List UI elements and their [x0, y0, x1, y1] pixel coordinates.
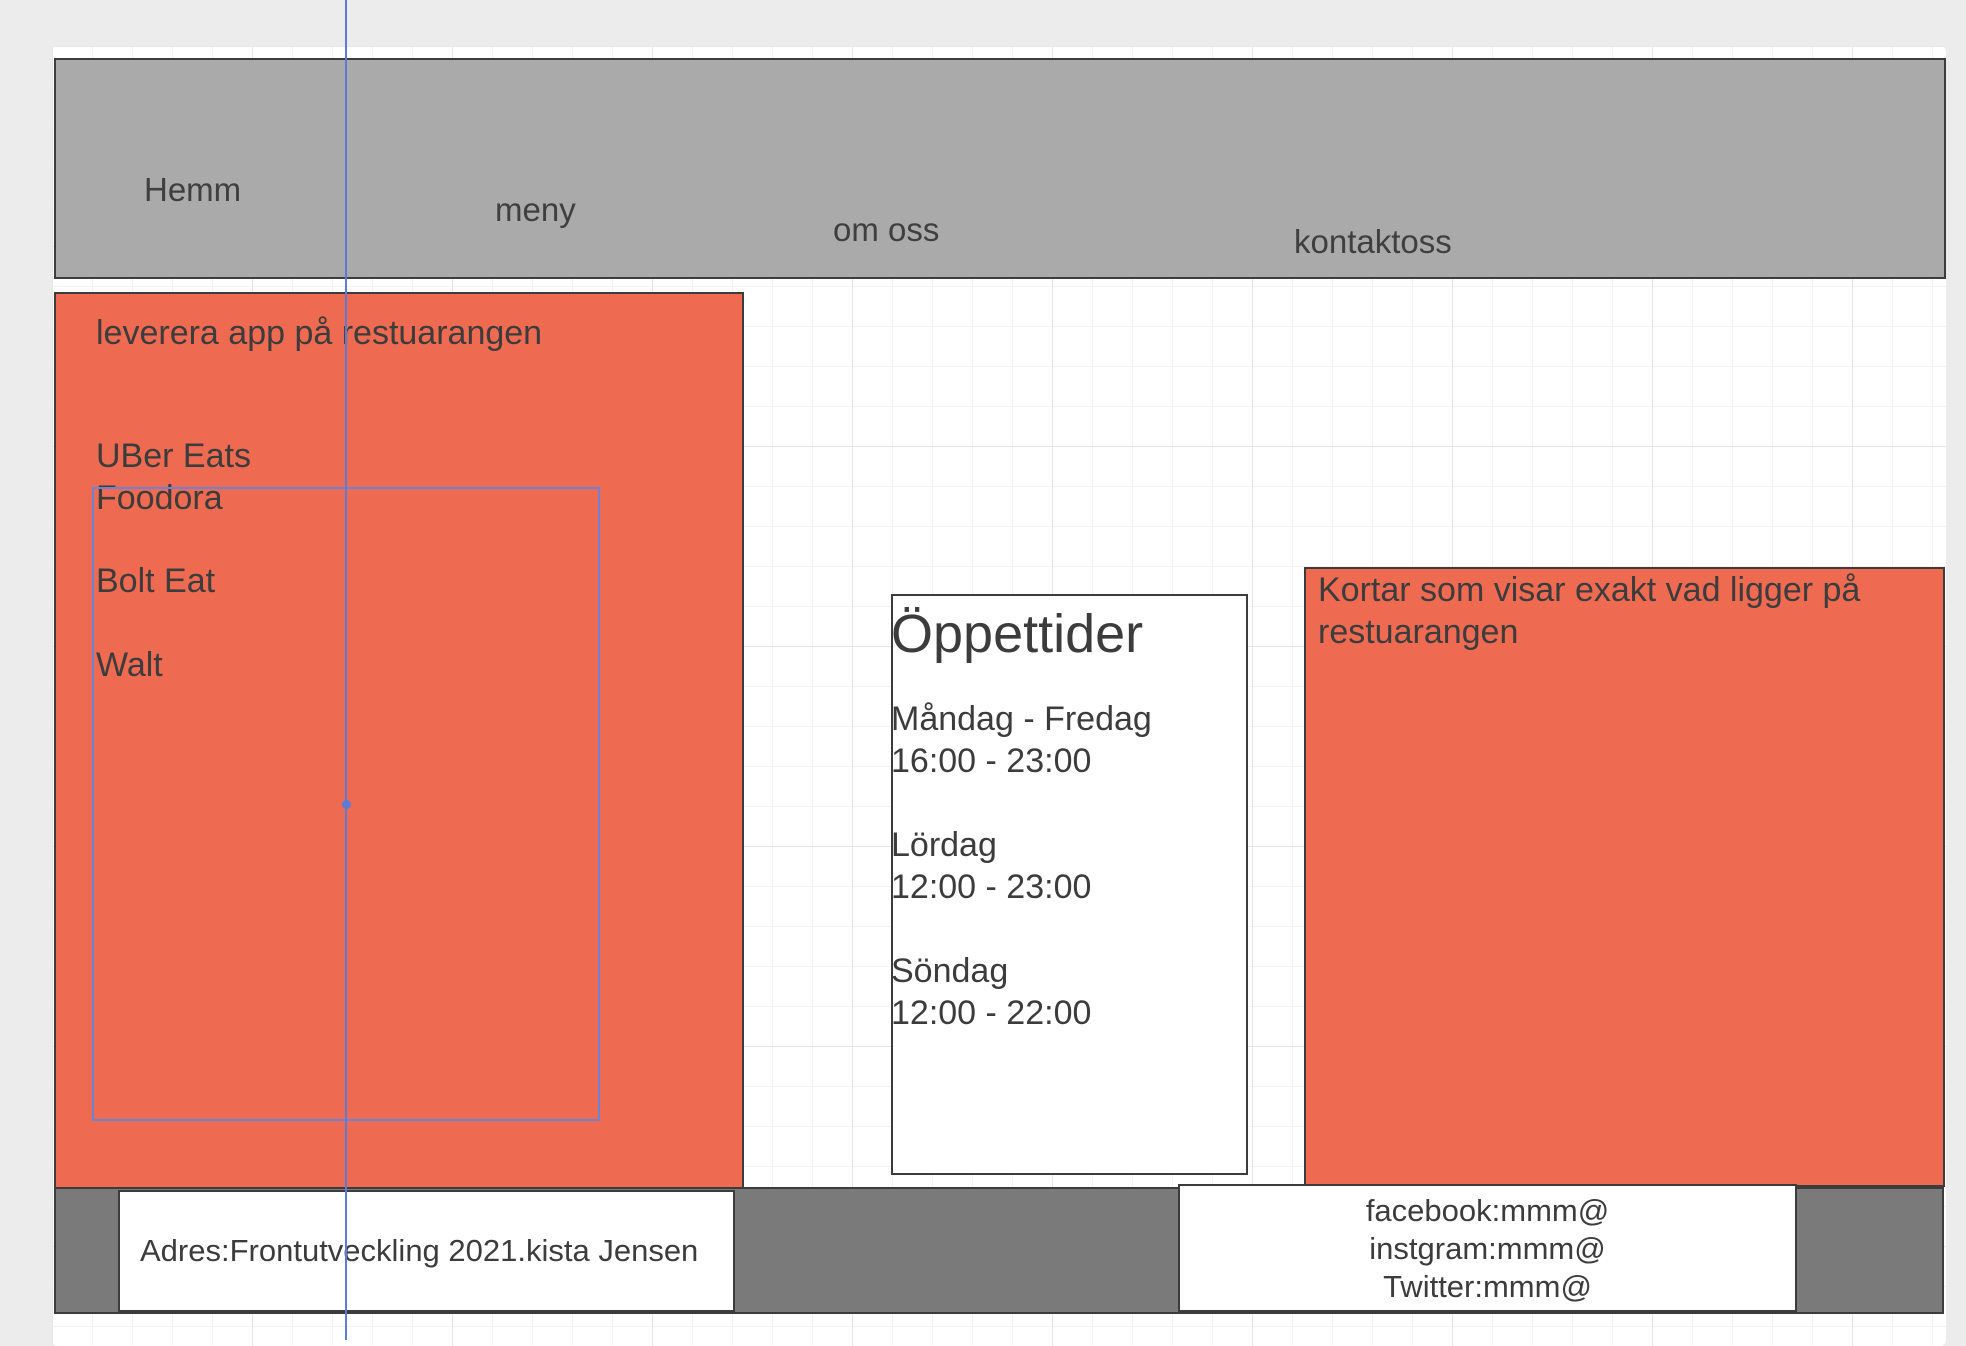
selection-center-handle[interactable]: [342, 800, 351, 809]
hours-day: Måndag - Fredag: [891, 700, 1152, 738]
social-instagram[interactable]: instgram:mmm@: [1180, 1230, 1795, 1268]
menu-cards-panel[interactable]: Kortar som visar exakt vad ligger på res…: [1304, 567, 1945, 1187]
menu-cards-text-line-1: Kortar som visar exakt vad ligger på: [1318, 571, 1861, 609]
hours-day: Lördag: [891, 826, 997, 864]
footer-address-box: Adres:Frontutveckling 2021.kista Jensen: [118, 1190, 735, 1312]
header-bar: Hemm meny om oss kontaktoss: [54, 58, 1946, 279]
footer-social-box: facebook:mmm@ instgram:mmm@ Twitter:mmm@: [1178, 1184, 1797, 1312]
footer-address: Adres:Frontutveckling 2021.kista Jensen: [140, 1233, 699, 1268]
alignment-guide-line: [345, 0, 347, 1340]
social-facebook[interactable]: facebook:mmm@: [1180, 1192, 1795, 1230]
opening-hours-card[interactable]: Öppettider Måndag - Fredag 16:00 - 23:00…: [891, 594, 1248, 1175]
nav-item-kontaktoss[interactable]: kontaktoss: [1294, 223, 1452, 261]
opening-hours-title: Öppettider: [891, 604, 1144, 664]
nav-item-om-oss[interactable]: om oss: [833, 211, 939, 249]
nav-item-meny[interactable]: meny: [495, 191, 576, 229]
social-twitter[interactable]: Twitter:mmm@: [1180, 1268, 1795, 1306]
delivery-panel-title: leverera app på restuarangen: [96, 314, 543, 352]
hours-time: 16:00 - 23:00: [891, 742, 1092, 780]
hours-time: 12:00 - 23:00: [891, 868, 1092, 906]
hours-day: Söndag: [891, 952, 1009, 990]
hours-time: 12:00 - 22:00: [891, 994, 1092, 1032]
nav-item-hemm[interactable]: Hemm: [144, 171, 241, 209]
menu-cards-text-line-2: restuarangen: [1318, 613, 1519, 651]
delivery-app-item: UBer Eats: [96, 437, 251, 475]
